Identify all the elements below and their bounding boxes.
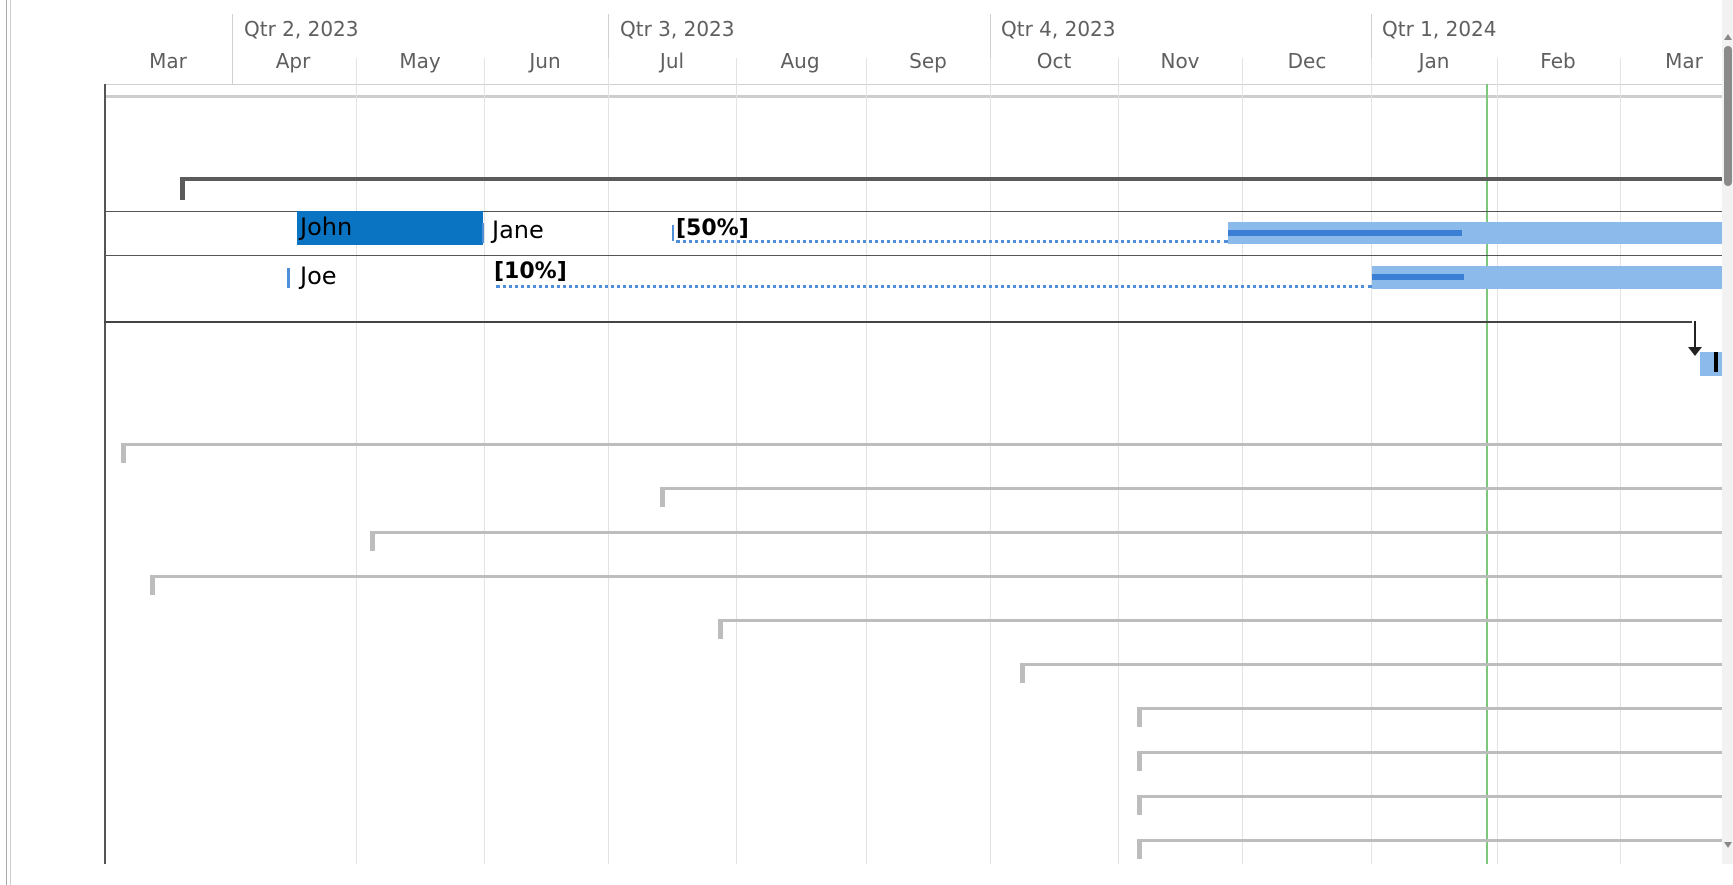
task-progress-bar [1372,274,1464,280]
quarter-divider [232,14,233,84]
summary-cap [1137,751,1142,771]
header-bottom-border [104,95,1724,98]
summary-bar[interactable] [1137,751,1722,754]
quarter-label: Qtr 3, 2023 [620,17,735,41]
resource-label: John [300,213,353,241]
quarter-label: Qtr 1, 2024 [1382,17,1497,41]
current-date-line [1486,84,1488,864]
assignment-marker [287,268,290,288]
month-label: Jun [529,49,561,73]
summary-bar[interactable] [1137,707,1722,710]
month-label: Dec [1287,49,1327,73]
month-label: Oct [1036,49,1072,73]
resource-label: Joe [300,262,337,290]
summary-bar[interactable] [1137,839,1722,842]
percent-complete-label: [10%] [494,259,567,284]
project-summary-bar[interactable] [180,177,1726,181]
chart-left-border [104,84,106,864]
summary-cap [1137,795,1142,815]
summary-bar[interactable] [1137,795,1722,798]
row-border [104,255,1724,256]
month-label: Mar [149,49,187,73]
left-pane-border [6,0,7,885]
month-label: Aug [780,49,820,73]
assignment-marker [482,223,484,243]
summary-bar[interactable] [718,619,1722,622]
month-label: Jul [659,49,685,73]
assignment-marker [672,225,674,241]
percent-complete-label: [50%] [676,216,749,241]
vertical-scrollbar[interactable] [1722,0,1733,864]
summary-bar[interactable] [150,575,1722,578]
left-pane-border-inner [10,0,11,885]
summary-cap [370,531,375,551]
quarter-label: Qtr 4, 2023 [1001,17,1116,41]
summary-bar[interactable] [121,443,1722,446]
month-label: Apr [275,49,311,73]
dependency-dotted-line [676,240,1228,243]
summary-bar[interactable] [370,531,1722,534]
resource-label: Jane [492,216,544,244]
month-label: May [399,49,441,73]
summary-cap [150,575,155,595]
scroll-down-arrow-icon[interactable] [1724,842,1732,848]
task-progress-bar [1228,230,1462,236]
project-summary-cap [180,177,185,200]
successor-task-bar[interactable] [1700,352,1724,376]
link-connector [1694,321,1696,349]
header-divider [104,84,1724,85]
summary-cap [1137,707,1142,727]
month-label: Jan [1418,49,1450,73]
summary-cap [660,487,665,507]
month-label: Nov [1160,49,1200,73]
summary-bar[interactable] [1020,663,1722,666]
bar-text-fragment [1714,352,1718,372]
summary-cap [121,443,126,463]
month-label: Feb [1540,49,1576,73]
month-label: Mar [1665,49,1703,73]
summary-cap [718,619,723,639]
scroll-up-arrow-icon[interactable] [1724,34,1732,40]
summary-cap [1137,839,1142,859]
summary-cap [1020,663,1025,683]
scrollbar-thumb[interactable] [1724,46,1732,186]
dependency-dotted-line [496,285,1372,288]
summary-bar[interactable] [660,487,1722,490]
quarter-label: Qtr 2, 2023 [244,17,359,41]
row-border [104,321,1692,323]
month-label: Sep [909,49,947,73]
